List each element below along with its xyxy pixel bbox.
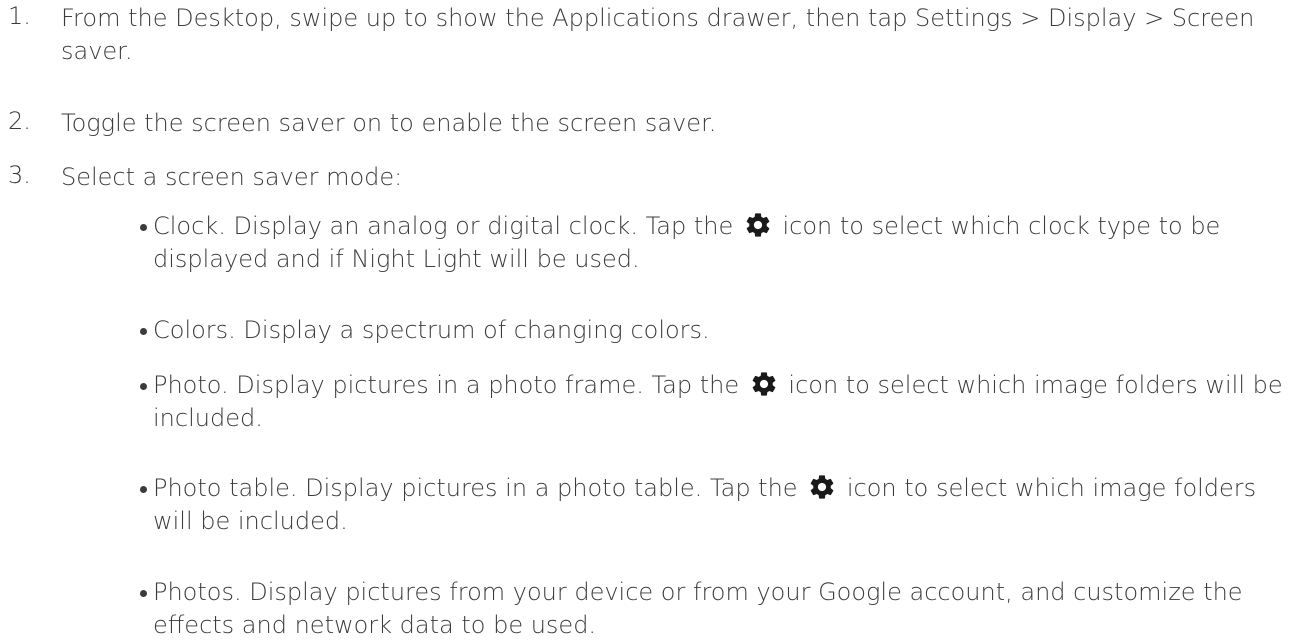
bullet-dot [140,328,147,335]
gear-icon [746,213,770,237]
bullet-dot [140,224,147,231]
step-2: 2. Toggle the screen saver on to enable … [8,107,1295,140]
instruction-document: 1. From the Desktop, swipe up to show th… [0,0,1303,643]
step-text: Select a screen saver mode: [61,163,403,191]
step-1: 1. From the Desktop, swipe up to show th… [8,2,1295,68]
mode-colors: Colors. Display a spectrum of changing c… [140,314,1295,347]
step-number: 2. [8,107,31,135]
gear-icon [810,475,834,499]
step-number: 3. [8,161,31,189]
mode-photo: Photo. Display pictures in a photo frame… [140,369,1295,435]
mode-text: Photo. Display pictures in a photo frame… [153,371,740,399]
mode-text: Clock. Display an analog or digital cloc… [153,212,734,240]
step-3: 3. Select a screen saver mode: [8,161,1295,194]
mode-clock: Clock. Display an analog or digital cloc… [140,210,1295,276]
gear-icon [752,372,776,396]
step-text: From the Desktop, swipe up to show the A… [61,4,1255,65]
bullet-dot [140,590,147,597]
mode-text: Photos. Display pictures from your devic… [153,578,1243,639]
mode-photo-table: Photo table. Display pictures in a photo… [140,472,1295,538]
bullet-dot [140,486,147,493]
bullet-dot [140,383,147,390]
mode-text: Photo table. Display pictures in a photo… [153,474,798,502]
mode-text: Colors. Display a spectrum of changing c… [153,316,710,344]
mode-photos: Photos. Display pictures from your devic… [140,576,1295,642]
step-number: 1. [8,2,31,30]
step-text: Toggle the screen saver on to enable the… [61,109,717,137]
